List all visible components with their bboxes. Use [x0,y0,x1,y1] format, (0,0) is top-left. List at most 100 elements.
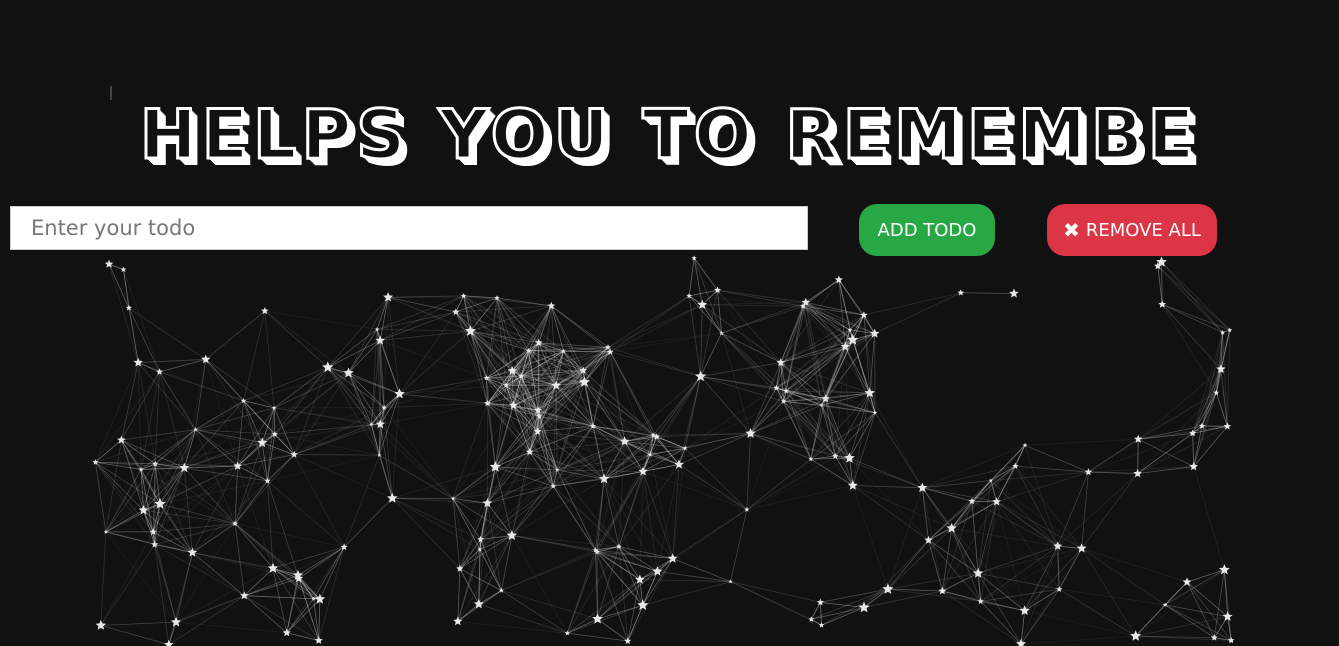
network-line [272,568,288,633]
network-line [693,258,703,305]
network-line [551,305,609,348]
network-line [922,444,1026,489]
network-line [294,454,393,499]
network-line [730,581,812,620]
network-line [596,551,629,642]
network-line [863,315,871,393]
network-line [887,539,929,590]
network-line [990,480,1082,549]
network-line [100,531,154,626]
network-line [1059,588,1136,637]
network-line [874,292,962,334]
network-line [192,552,274,569]
network-line [123,269,139,363]
network-line [1193,466,1225,570]
network-line [805,302,851,331]
network-line [618,546,641,580]
network-line [592,351,611,427]
network-line [672,558,731,582]
network-line [1088,471,1138,474]
network-line [863,539,929,608]
network-line [123,269,160,373]
network-line [887,572,979,590]
network-line [175,552,193,623]
network-line [721,332,781,363]
network-line [750,390,787,434]
network-line [1024,438,1139,446]
add-todo-button[interactable]: ADD TODO [859,204,995,256]
network-line [399,393,514,406]
network-line [1015,465,1083,549]
network-line [688,258,695,296]
network-line [887,528,952,590]
network-line [399,311,457,395]
network-line [399,384,507,395]
network-line [388,296,456,313]
network-line [567,604,643,634]
network-line [452,498,480,605]
network-line [1024,445,1059,547]
network-line [235,523,345,548]
star-icon [314,636,323,644]
network-line [100,621,177,626]
network-line [205,359,263,443]
network-lines [94,257,1232,646]
network-line [730,509,748,582]
network-line [863,292,961,316]
network-line [996,471,1089,503]
network-line [293,454,345,548]
network-line [642,471,674,559]
network-line [348,297,389,374]
network-line [693,257,718,291]
network-line [383,407,454,499]
star-icon [1223,422,1232,430]
network-line [286,632,319,641]
network-line [1059,588,1166,606]
network-line [273,407,276,435]
network-line [243,310,266,401]
network-line [264,310,349,374]
network-line [327,329,378,368]
network-line [610,351,701,377]
network-line [234,466,239,524]
network-line [678,433,751,465]
network-line [820,588,888,603]
network-line [318,599,321,641]
network-line [1021,635,1136,645]
remove-all-button[interactable]: ✖ REMOVE ALL [1047,204,1217,256]
star-icon [453,616,463,626]
network-line [1057,473,1138,547]
network-line [128,307,207,360]
network-line [152,531,193,553]
network-line [1137,392,1217,474]
network-line [511,535,568,634]
network-line [1057,471,1089,547]
network-line [996,445,1026,502]
network-line [154,544,245,597]
network-line [552,485,620,547]
network-line [108,263,139,363]
network-line [327,297,389,368]
network-line [922,480,991,489]
network-line [457,539,481,622]
network-line [154,371,160,464]
network-line [298,546,345,579]
network-line [750,404,822,434]
network-line [267,454,295,482]
network-line [783,401,812,460]
network-line [730,581,821,603]
network-line [811,588,889,620]
todo-input[interactable] [10,206,808,250]
network-line [1161,261,1223,333]
star-icon [1009,288,1019,298]
network-line [1081,547,1188,583]
network-line [618,464,680,547]
network-line [121,429,196,441]
network-line [869,392,923,488]
star-icon [624,637,632,644]
network-line [852,485,929,541]
network-line [195,359,207,430]
network-line [746,457,850,510]
network-line [343,455,380,548]
network-line [267,480,300,579]
